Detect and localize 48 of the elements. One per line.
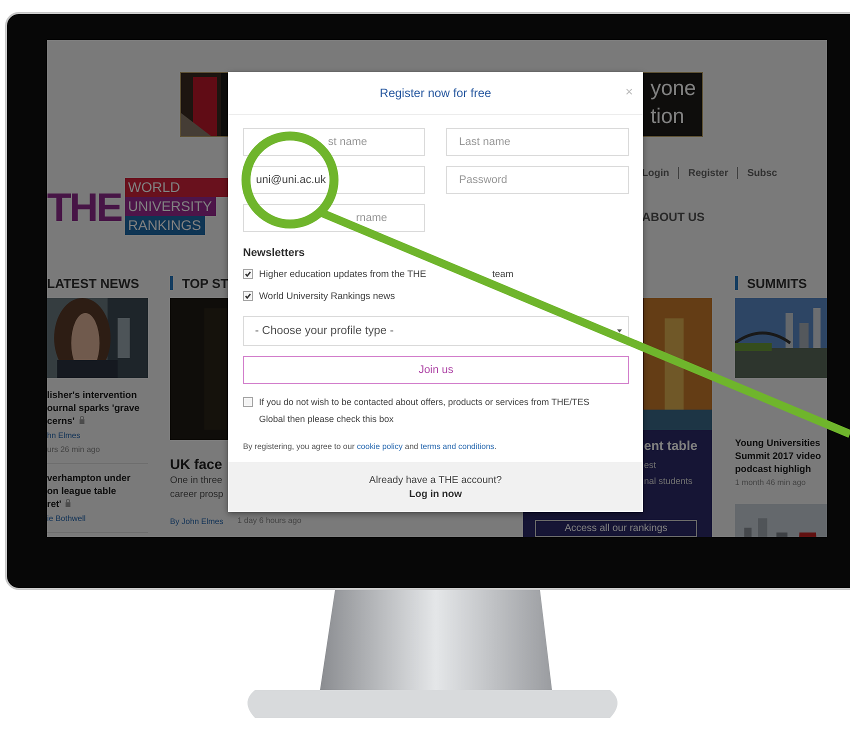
cookie-policy-link[interactable]: cookie policy — [356, 442, 403, 451]
checkbox[interactable] — [243, 397, 253, 407]
banner-text: tion — [650, 104, 684, 130]
header-link[interactable]: Login — [642, 168, 670, 178]
news-title[interactable]: cerns' — [47, 415, 148, 428]
section-heading: LATEST NEWS — [47, 276, 140, 290]
news-title[interactable]: verhampton under — [47, 472, 148, 485]
account-question: Already have a THE account? — [369, 474, 502, 486]
dialog-title: Register now for free — [380, 86, 492, 100]
profile-type-select[interactable]: - Choose your profile type - — [243, 316, 629, 346]
news-title[interactable]: podcast highligh — [735, 463, 827, 476]
header-link[interactable]: Subsc — [747, 168, 778, 178]
email-field[interactable]: uni@uni.ac.uk — [243, 166, 425, 194]
caret-icon — [617, 329, 622, 333]
section-heading: TOP ST — [182, 276, 228, 290]
checkbox-label: Higher education updates from the THE — [259, 268, 426, 280]
news-title[interactable]: ournal sparks 'grave — [47, 402, 148, 415]
checkbox-label: World University Rankings news — [259, 290, 396, 302]
banner-text: yone — [650, 76, 696, 102]
nav-link[interactable]: ABOUT US — [642, 210, 705, 224]
checkbox[interactable] — [243, 291, 253, 301]
promo-title: ent table — [644, 437, 698, 455]
section-heading: SUMMITS — [747, 276, 807, 290]
terms-link[interactable]: terms and conditions — [420, 442, 494, 451]
byline[interactable]: ie Bothwell — [47, 511, 148, 526]
newsletters-heading: Newsletters — [243, 246, 306, 260]
story-summary: career prosp — [170, 488, 224, 502]
news-title[interactable]: Young Universities — [735, 437, 827, 450]
promo-text: est — [644, 459, 656, 472]
password-field[interactable]: Password — [446, 166, 629, 194]
last-name-field[interactable]: Last name — [446, 128, 629, 156]
news-title[interactable]: Summit 2017 video — [735, 450, 827, 463]
promo-text: nal students — [644, 475, 693, 488]
byline[interactable]: By John Elmes — [170, 514, 224, 529]
byline[interactable]: hn Elmes — [47, 428, 148, 443]
terms-text: By registering, you agree to our cookie policy and terms and conditions. — [243, 442, 498, 451]
news-title[interactable]: lisher's intervention — [47, 389, 148, 402]
news-title[interactable]: ret' — [47, 498, 148, 511]
opt-out-label: If you do not wish to be contacted about offers, products or services from THE/TES Global then please check this box — [259, 396, 590, 426]
log-in-now-link[interactable]: Log in now — [409, 488, 462, 500]
rankings-button[interactable]: Access all our rankings — [535, 520, 697, 537]
story-summary: One in three — [170, 474, 222, 488]
story-title[interactable]: UK face — [170, 454, 222, 474]
checkbox-label: team — [492, 268, 514, 280]
checkbox[interactable] — [243, 269, 253, 279]
header-link[interactable]: Register — [688, 168, 728, 178]
news-title[interactable]: on league table — [47, 485, 148, 498]
join-button[interactable]: Join us — [243, 356, 629, 384]
